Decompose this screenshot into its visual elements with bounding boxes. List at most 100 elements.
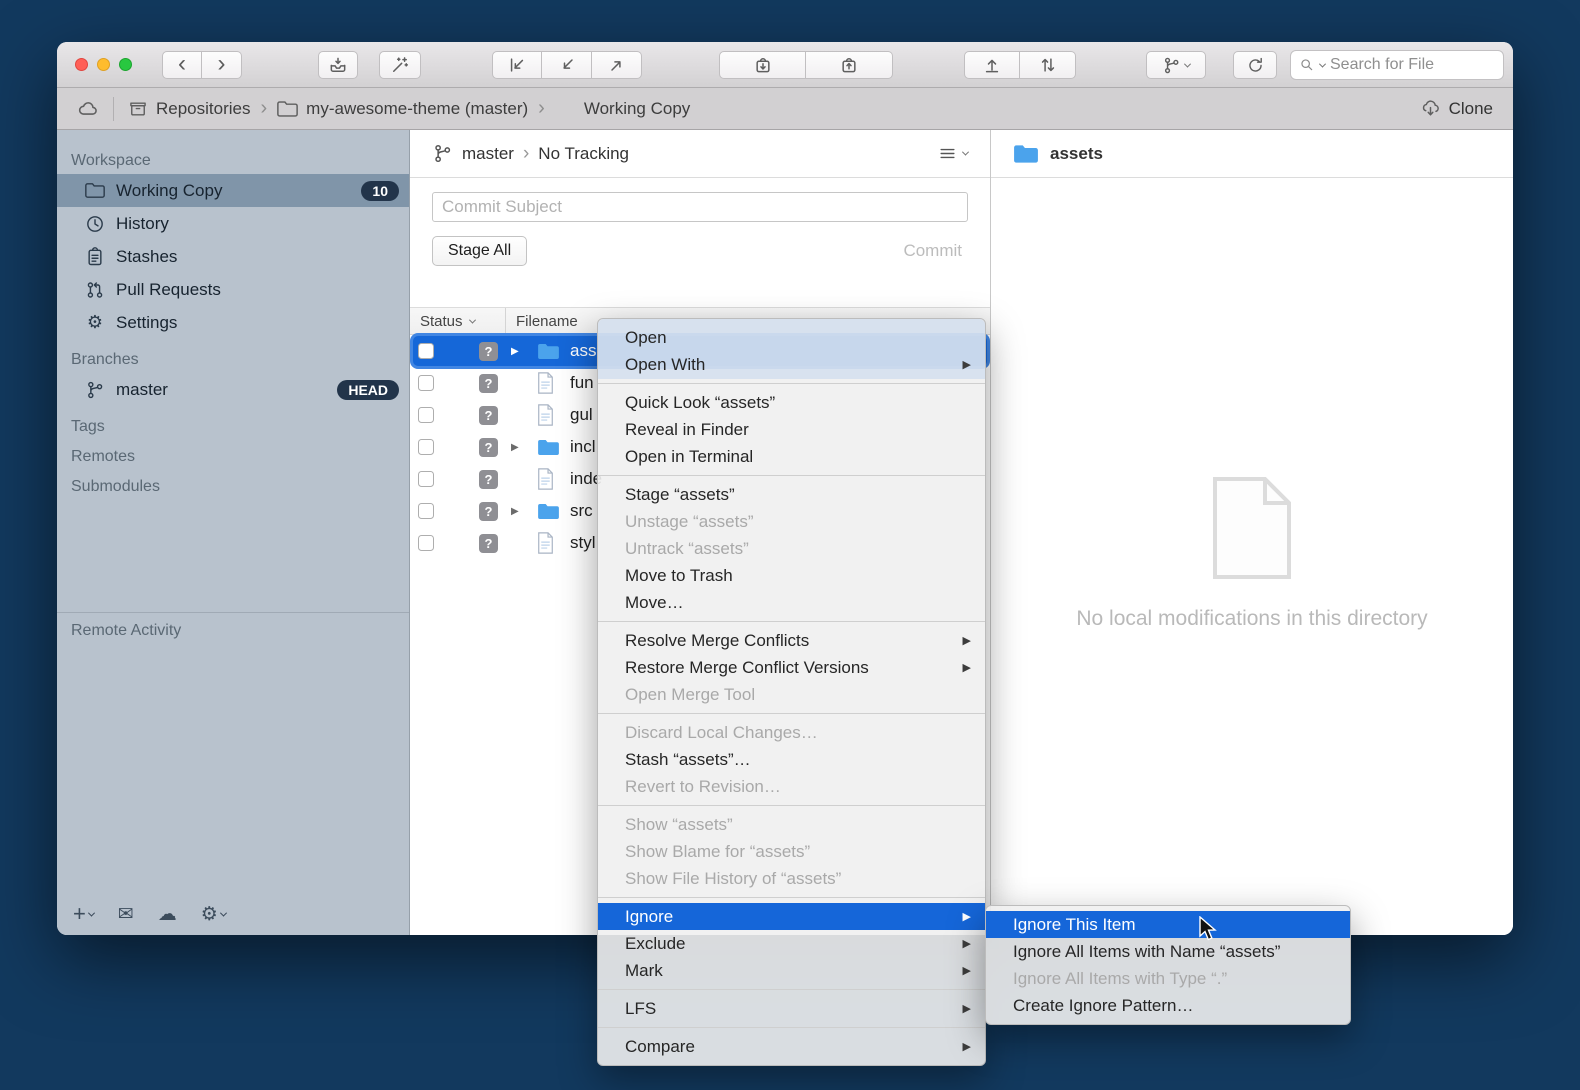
menu-item-exclude[interactable]: Exclude▶ [598,930,985,957]
row-checkbox[interactable] [418,503,434,519]
reset-button[interactable] [542,51,592,79]
list-options-button[interactable] [938,144,968,163]
chevron-down-icon [88,909,95,916]
menu-item-stage[interactable]: Stage “assets” [598,481,985,508]
submenu-item-create-ignore-pattern[interactable]: Create Ignore Pattern… [986,992,1350,1019]
remotes-section-label[interactable]: Remotes [71,448,409,466]
filename: ass [570,341,596,361]
clock-icon [85,214,105,234]
row-checkbox[interactable] [418,343,434,359]
submenu-item-ignore-all-with-name[interactable]: Ignore All Items with Name “assets” [986,938,1350,965]
menu-item-restore-merge-conflict-versions[interactable]: Restore Merge Conflict Versions▶ [598,654,985,681]
breadcrumb-repositories[interactable]: Repositories [128,99,251,119]
close-window-button[interactable] [75,58,88,71]
minimize-window-button[interactable] [97,58,110,71]
sidebar-item-pull-requests[interactable]: Pull Requests [57,273,409,306]
stage-tray-button[interactable] [318,51,358,79]
magic-wand-button[interactable] [379,51,421,79]
submodules-section-label[interactable]: Submodules [71,478,409,496]
push-button[interactable] [964,51,1020,79]
breadcrumb-working-copy[interactable]: Working Copy [555,99,690,119]
checkout-button[interactable] [492,51,542,79]
gear-icon: ⚙ [85,312,105,333]
sync-button-group [964,51,1076,79]
menu-item-quick-look[interactable]: Quick Look “assets” [598,389,985,416]
disclosure-triangle-icon[interactable]: ▶ [511,506,523,517]
zoom-window-button[interactable] [119,58,132,71]
arrow-button-group [492,51,642,79]
tags-section-label[interactable]: Tags [71,418,409,436]
menu-item-move[interactable]: Move… [598,589,985,616]
git-branch-icon [1162,56,1181,75]
remote-activity-label: Remote Activity [71,622,181,640]
search-field[interactable]: Search for File [1290,50,1504,80]
sidebar-item-history[interactable]: History [57,207,409,240]
submenu-item-ignore-all-with-type: Ignore All Items with Type “.” [986,965,1350,992]
arrow-down-left-icon [557,55,577,75]
disclosure-triangle-icon[interactable]: ▶ [511,346,523,357]
chevron-right-icon: › [523,143,529,165]
stage-all-button[interactable]: Stage All [432,236,527,266]
menu-item-mark[interactable]: Mark▶ [598,957,985,984]
folder-icon [85,183,105,198]
clone-button[interactable]: Clone [1420,98,1493,119]
sidebar: Workspace Working Copy 10 History Stashe… [57,130,410,935]
row-checkbox[interactable] [418,439,434,455]
branch-dropdown-button[interactable] [1146,51,1206,79]
submenu-arrow-icon: ▶ [963,358,971,371]
commit-button[interactable]: Commit [903,241,968,261]
menu-item-resolve-merge-conflicts[interactable]: Resolve Merge Conflicts▶ [598,627,985,654]
tracking-status-label: No Tracking [538,144,629,164]
row-checkbox[interactable] [418,535,434,551]
sidebar-item-stashes[interactable]: Stashes [57,240,409,273]
sidebar-item-settings[interactable]: ⚙ Settings [57,306,409,339]
chevron-right-icon: › [538,97,545,120]
row-checkbox[interactable] [418,375,434,391]
commit-subject-input[interactable] [432,192,968,222]
menu-separator [598,475,985,476]
refresh-button[interactable] [1233,51,1277,79]
menu-item-move-to-trash[interactable]: Move to Trash [598,562,985,589]
menu-separator [598,897,985,898]
empty-state-text: No local modifications in this directory [991,607,1513,631]
titlebar: ‹ › [57,42,1513,88]
row-checkbox[interactable] [418,407,434,423]
pull-button[interactable] [1020,51,1076,79]
sidebar-item-master-branch[interactable]: master HEAD [57,373,409,406]
back-button[interactable]: ‹ [162,51,202,79]
apply-button[interactable] [592,51,642,79]
add-button[interactable]: + [73,901,94,927]
chevron-right-icon: › [261,97,268,120]
remote-cloud-button[interactable]: ☁ [158,903,177,926]
sidebar-toolbar: + ✉ ☁ ⚙ [73,901,226,927]
submenu-item-ignore-this-item[interactable]: Ignore This Item [986,911,1350,938]
menu-item-open-in-terminal[interactable]: Open in Terminal [598,443,985,470]
menu-item-open-with[interactable]: Open With▶ [598,351,985,378]
menu-item-open[interactable]: Open [598,324,985,351]
commit-area: Stage All Commit [410,178,990,308]
sidebar-item-working-copy[interactable]: Working Copy 10 [57,174,409,207]
folder-blue-icon [1013,144,1039,164]
menu-item-reveal-in-finder[interactable]: Reveal in Finder [598,416,985,443]
arrow-up-right-icon [607,55,627,75]
menu-item-compare[interactable]: Compare▶ [598,1033,985,1060]
submenu-arrow-icon: ▶ [963,964,971,977]
column-header-filename[interactable]: Filename [506,313,578,330]
disclosure-triangle-icon[interactable]: ▶ [511,442,523,453]
mail-button[interactable]: ✉ [118,903,134,926]
unstash-button[interactable] [806,51,893,79]
file-icon [537,404,554,426]
breadcrumb-bar: Repositories › my-awesome-theme (master)… [57,88,1513,130]
stash-button[interactable] [719,51,806,79]
column-header-status[interactable]: Status [410,308,506,334]
menu-item-show-blame: Show Blame for “assets” [598,838,985,865]
settings-button[interactable]: ⚙ [201,903,226,926]
breadcrumb-repo[interactable]: my-awesome-theme (master) [277,99,528,119]
menu-item-ignore[interactable]: Ignore▶ [598,903,985,930]
menu-item-lfs[interactable]: LFS▶ [598,995,985,1022]
row-checkbox[interactable] [418,471,434,487]
git-branch-icon [432,143,453,164]
menu-item-stash[interactable]: Stash “assets”… [598,746,985,773]
menu-item-untrack: Untrack “assets” [598,535,985,562]
forward-button[interactable]: › [202,51,242,79]
